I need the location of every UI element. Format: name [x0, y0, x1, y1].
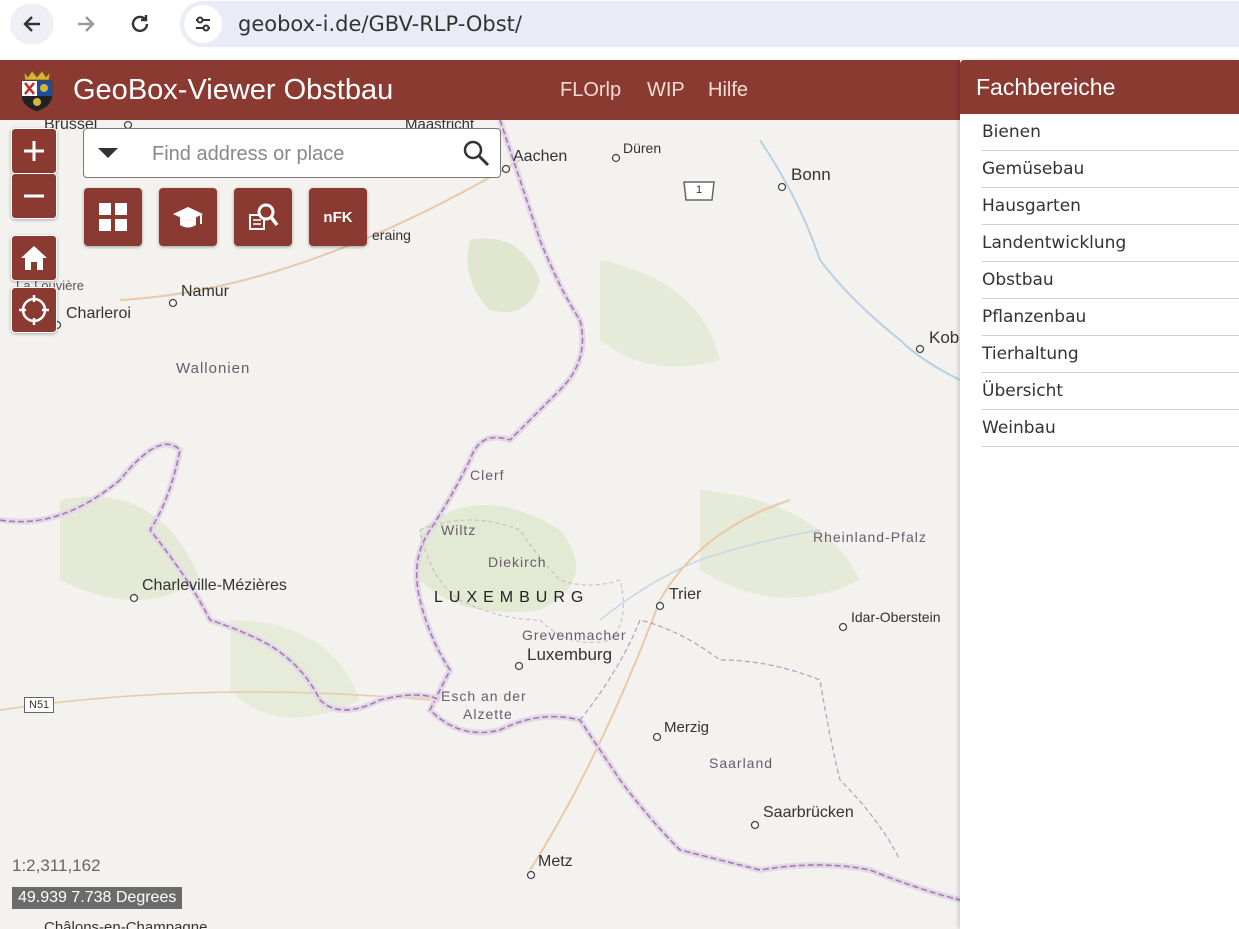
zoom-in-button[interactable]	[11, 128, 57, 174]
home-button[interactable]	[11, 235, 57, 281]
place-bonn: Bonn	[791, 165, 831, 184]
region-grevenmacher: Grevenmacher	[522, 627, 627, 643]
road-shield-n51: N51	[24, 697, 55, 713]
arrow-left-icon	[23, 16, 40, 32]
road-shield-1: 1	[696, 184, 703, 196]
url-text[interactable]: geobox-i.de/GBV-RLP-Obst/	[238, 12, 522, 36]
coordinate-readout: 49.939 7.738 Degrees	[12, 887, 183, 909]
browser-toolbar: geobox-i.de/GBV-RLP-Obst/	[0, 0, 1239, 61]
place-merzig: Merzig	[664, 719, 710, 736]
learning-button[interactable]	[159, 188, 217, 246]
region-diekirch: Diekirch	[488, 554, 547, 570]
rlp-coat-of-arms-icon	[21, 70, 53, 112]
country-luxemburg: LUXEMBURG	[434, 589, 590, 606]
place-idar-oberstein: Idar-Oberstein	[851, 609, 941, 625]
list-item[interactable]: Gemüsebau	[982, 151, 1239, 188]
app-header: GeoBox-Viewer Obstbau FLOrlp WIP Hilfe	[0, 60, 960, 120]
place-eraing: eraing	[372, 227, 411, 243]
home-icon	[21, 246, 47, 270]
place-kobl: Kobl	[929, 328, 960, 347]
crosshair-icon	[19, 295, 49, 325]
reload-icon	[131, 15, 149, 33]
locate-button[interactable]	[11, 287, 57, 333]
query-button[interactable]	[234, 188, 292, 246]
menu-link-hilfe[interactable]: Hilfe	[708, 79, 748, 102]
graduation-cap-icon	[173, 207, 203, 228]
place-luxemburg-city: Luxemburg	[527, 645, 613, 664]
region-alzette: Alzette	[463, 706, 513, 722]
place-charleroi: Charleroi	[66, 305, 131, 322]
list-item[interactable]: Tierhaltung	[982, 336, 1239, 373]
fachbereiche-list: Bienen Gemüsebau Hausgarten Landentwickl…	[960, 114, 1239, 447]
region-esch: Esch an der	[441, 688, 527, 704]
list-item[interactable]: Übersicht	[982, 373, 1239, 410]
arrow-right-icon	[78, 16, 95, 32]
list-item[interactable]: Bienen	[982, 114, 1239, 151]
place-namur: Namur	[181, 283, 230, 300]
place-metz: Metz	[538, 853, 573, 870]
forward-button[interactable]	[64, 4, 108, 44]
list-item[interactable]: Hausgarten	[982, 188, 1239, 225]
panel-title: Fachbereiche	[960, 60, 1239, 114]
place-charleville: Charleville-Mézières	[142, 577, 287, 594]
basemap-gallery-button[interactable]	[84, 188, 142, 246]
place-saarbruecken: Saarbrücken	[763, 804, 854, 821]
dropdown-caret-icon[interactable]	[96, 147, 120, 159]
place-chalons: Châlons-en-Champagne	[44, 919, 208, 929]
app-title: GeoBox-Viewer Obstbau	[73, 74, 394, 106]
list-item[interactable]: Obstbau	[982, 262, 1239, 299]
zoom-out-button[interactable]	[11, 173, 57, 219]
list-item[interactable]: Weinbau	[982, 410, 1239, 447]
place-aachen: Aachen	[513, 148, 568, 165]
address-bar[interactable]: geobox-i.de/GBV-RLP-Obst/	[180, 1, 1239, 47]
nfk-label: nFK	[323, 208, 353, 226]
list-item[interactable]: Pflanzenbau	[982, 299, 1239, 336]
grid-icon	[99, 203, 127, 231]
scale-readout: 1:2,311,162	[12, 856, 101, 875]
reload-button[interactable]	[118, 4, 162, 44]
region-rheinland-pfalz: Rheinland-Pfalz	[813, 529, 927, 545]
search-icon[interactable]	[462, 139, 490, 167]
search-box	[83, 128, 501, 178]
region-wiltz: Wiltz	[441, 522, 477, 538]
place-trier: Trier	[669, 586, 702, 603]
site-settings-icon[interactable]	[184, 5, 222, 43]
nfk-button[interactable]: nFK	[309, 188, 367, 246]
back-button[interactable]	[10, 4, 54, 44]
region-clerf: Clerf	[470, 467, 505, 483]
minus-icon	[24, 194, 44, 198]
menu-link-wip[interactable]: WIP	[647, 79, 685, 102]
region-saarland: Saarland	[709, 755, 774, 771]
place-markers	[52, 120, 925, 880]
map-view[interactable]: Brussel Maastricht Aachen Düren Bonn 1 e…	[0, 60, 960, 929]
region-wallonien: Wallonien	[176, 360, 251, 377]
search-input[interactable]	[150, 139, 454, 169]
search-document-icon	[249, 203, 279, 230]
fachbereiche-panel: Fachbereiche Bienen Gemüsebau Hausgarten…	[960, 60, 1239, 929]
plus-icon	[24, 141, 44, 161]
place-dueren: Düren	[623, 140, 662, 156]
list-item[interactable]: Landentwicklung	[982, 225, 1239, 262]
menu-link-florlp[interactable]: FLOrlp	[560, 79, 621, 102]
